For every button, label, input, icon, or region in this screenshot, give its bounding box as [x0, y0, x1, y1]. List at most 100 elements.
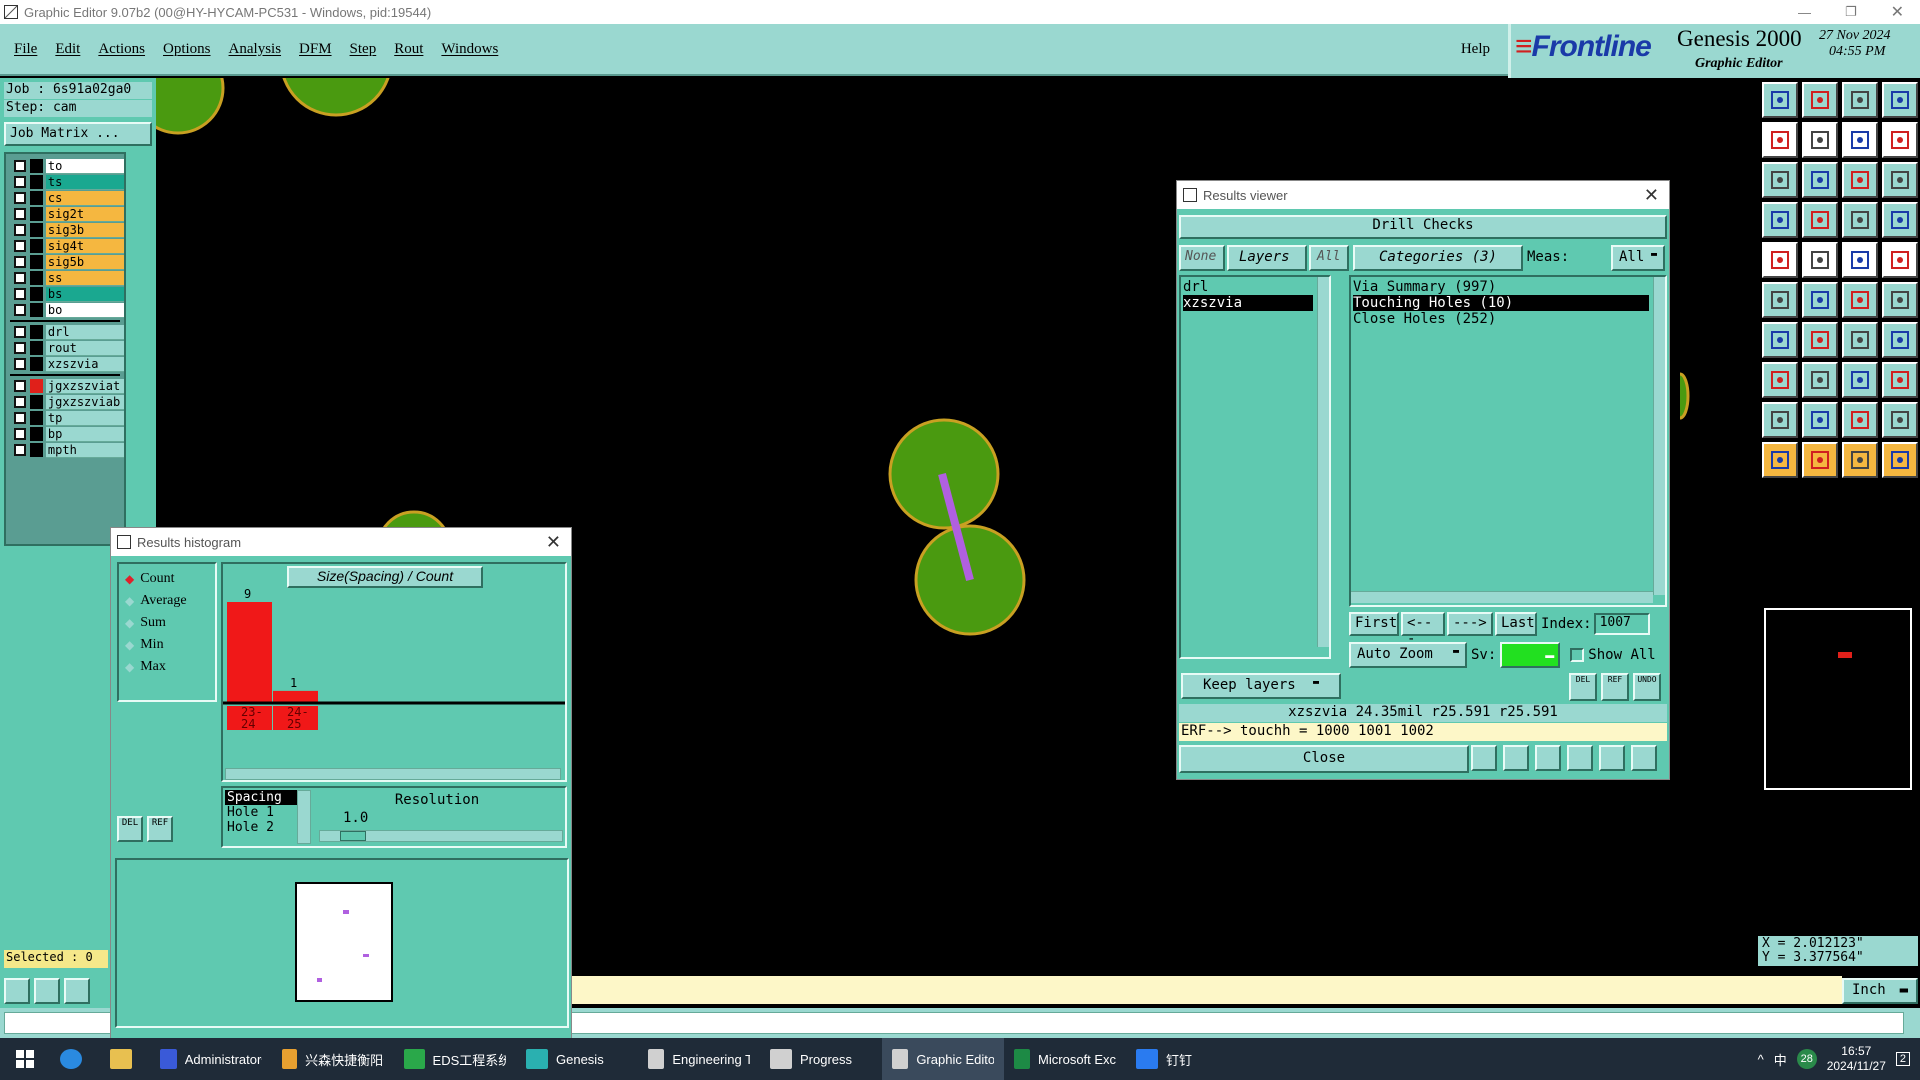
- help-icon[interactable]: [1882, 162, 1918, 198]
- layer-name[interactable]: bp: [45, 426, 124, 442]
- taskbar-app[interactable]: 兴森快捷衡阳分公...: [272, 1038, 394, 1080]
- layer-checkbox[interactable]: [14, 396, 26, 408]
- step-icon[interactable]: [1567, 745, 1593, 771]
- menu-step[interactable]: Step: [350, 41, 377, 58]
- histogram-bar[interactable]: [227, 602, 272, 702]
- left-panel-icon[interactable]: [1762, 122, 1798, 158]
- none-button[interactable]: None: [1179, 245, 1225, 271]
- layer-row[interactable]: bo: [14, 302, 124, 318]
- line-icon[interactable]: [1762, 322, 1798, 358]
- layer-name[interactable]: bs: [45, 286, 124, 302]
- layer-name[interactable]: mpth: [45, 442, 124, 458]
- histogram-list-item[interactable]: Hole 2: [225, 820, 297, 835]
- layer-checkbox[interactable]: [14, 160, 26, 172]
- file-explorer-icon[interactable]: [100, 1038, 150, 1080]
- histogram-bar[interactable]: [273, 690, 318, 702]
- menu-dfm[interactable]: DFM: [299, 41, 332, 58]
- notification-icon[interactable]: 2: [1895, 1052, 1910, 1066]
- layer-row[interactable]: bs: [14, 286, 124, 302]
- stat-option-sum[interactable]: ◆ Sum: [119, 612, 215, 634]
- snap-blue-icon[interactable]: [1882, 202, 1918, 238]
- minus-icon[interactable]: [1802, 362, 1838, 398]
- delete-icon[interactable]: [1503, 745, 1529, 771]
- all-layers-button[interactable]: All: [1309, 245, 1349, 271]
- layer-name[interactable]: sig5b: [45, 254, 124, 270]
- layer-checkbox[interactable]: [14, 358, 26, 370]
- viewer-undo-button[interactable]: UNDO: [1633, 673, 1661, 701]
- connect-icon[interactable]: [1762, 282, 1798, 318]
- close-results-icon[interactable]: [1535, 745, 1561, 771]
- home-icon[interactable]: [1842, 82, 1878, 118]
- histogram-scrollbar[interactable]: [225, 768, 561, 780]
- sv-color-dropdown[interactable]: ▬: [1500, 642, 1561, 668]
- menu-rout[interactable]: Rout: [394, 41, 423, 58]
- a-icon[interactable]: [1802, 402, 1838, 438]
- category-item[interactable]: Close Holes (252): [1353, 311, 1649, 327]
- stat-option-max[interactable]: ◆ Max: [119, 656, 215, 678]
- layer-name[interactable]: jgxzszviat: [45, 378, 124, 394]
- layer-name[interactable]: rout: [45, 340, 124, 356]
- layer-checkbox[interactable]: [14, 304, 26, 316]
- swap-icon[interactable]: [1882, 122, 1918, 158]
- center-icon[interactable]: [1802, 162, 1838, 198]
- layer-checkbox[interactable]: [14, 342, 26, 354]
- layer-checkbox[interactable]: [14, 326, 26, 338]
- close-button[interactable]: Close: [1179, 745, 1469, 773]
- clock-date[interactable]: 2024/11/27: [1827, 1059, 1886, 1074]
- viewer-ref-button[interactable]: REF: [1601, 673, 1629, 701]
- pointer-icon[interactable]: [1762, 442, 1798, 478]
- units-selector[interactable]: Inch ▬: [1842, 978, 1918, 1004]
- measure-icon[interactable]: [1842, 362, 1878, 398]
- result-layer-item[interactable]: drl: [1183, 279, 1313, 295]
- pad-icon[interactable]: [1762, 362, 1798, 398]
- layer-row[interactable]: tp: [14, 410, 124, 426]
- layer-checkbox[interactable]: [14, 176, 26, 188]
- pin-icon[interactable]: [1882, 282, 1918, 318]
- hist-ref-button[interactable]: REF: [147, 816, 173, 842]
- point-icon[interactable]: [1842, 282, 1878, 318]
- list-scrollbar[interactable]: [297, 790, 311, 844]
- minimize-icon[interactable]: —: [1798, 5, 1811, 20]
- fit-icon[interactable]: [1762, 162, 1798, 198]
- categories-button[interactable]: Categories (3): [1353, 245, 1523, 271]
- layer-row[interactable]: rout: [14, 340, 124, 356]
- histogram-list-item[interactable]: Hole 1: [225, 805, 297, 820]
- layer-name[interactable]: sig4t: [45, 238, 124, 254]
- job-matrix-button[interactable]: Job Matrix ...: [4, 122, 152, 146]
- layer-row[interactable]: mpth: [14, 442, 124, 458]
- layer-row[interactable]: drl: [14, 324, 124, 340]
- group-icon[interactable]: [1882, 362, 1918, 398]
- stat-option-count[interactable]: ◆ Count: [119, 568, 215, 590]
- layer-row[interactable]: sig4t: [14, 238, 124, 254]
- layer-row[interactable]: xzszvia: [14, 356, 124, 372]
- category-item[interactable]: Touching Holes (10): [1353, 295, 1649, 311]
- download-icon[interactable]: [1802, 82, 1838, 118]
- layer-row[interactable]: to: [14, 158, 124, 174]
- resolution-slider[interactable]: [319, 830, 563, 842]
- layer-name[interactable]: cs: [45, 190, 124, 206]
- menu-options[interactable]: Options: [163, 41, 211, 58]
- stat-option-min[interactable]: ◆ Min: [119, 634, 215, 656]
- ie-icon[interactable]: [50, 1038, 100, 1080]
- layer-row[interactable]: sig3b: [14, 222, 124, 238]
- view-tool-3-icon[interactable]: [64, 978, 90, 1004]
- layer-checkbox[interactable]: [14, 192, 26, 204]
- result-layer-item[interactable]: xzszvia: [1183, 295, 1313, 311]
- layout-icon[interactable]: [1882, 82, 1918, 118]
- meas-dropdown[interactable]: All ▬: [1611, 245, 1665, 271]
- layer-row[interactable]: sig2t: [14, 206, 124, 222]
- category-scrollbar[interactable]: [1653, 277, 1665, 595]
- close-icon[interactable]: ✕: [1644, 185, 1659, 206]
- category-hscrollbar[interactable]: [1351, 591, 1653, 603]
- view-tool-2-icon[interactable]: [34, 978, 60, 1004]
- layer-checkbox[interactable]: [14, 224, 26, 236]
- chart-icon[interactable]: [1631, 745, 1657, 771]
- rotate-icon[interactable]: [1762, 202, 1798, 238]
- rotate-select-icon[interactable]: [1842, 442, 1878, 478]
- taskbar-app[interactable]: Genesis: [516, 1038, 638, 1080]
- scale-icon[interactable]: [1842, 162, 1878, 198]
- layer-checkbox[interactable]: [14, 256, 26, 268]
- align-icon[interactable]: [1882, 322, 1918, 358]
- layer-row[interactable]: cs: [14, 190, 124, 206]
- layer-name[interactable]: tp: [45, 410, 124, 426]
